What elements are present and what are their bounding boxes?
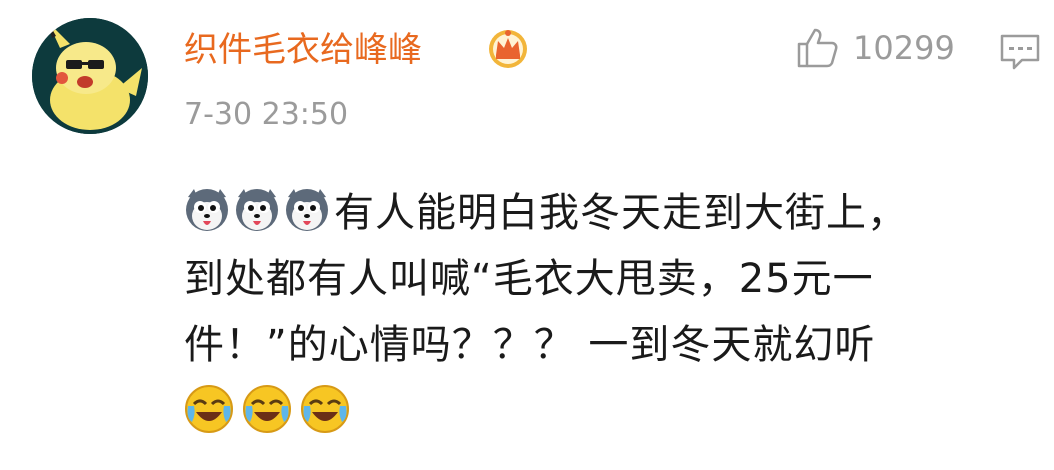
husky-emoji <box>284 187 330 233</box>
pikachu-avatar-image <box>32 18 148 134</box>
user-avatar[interactable] <box>32 18 148 134</box>
crown-badge-icon <box>487 25 529 71</box>
thumbs-up-icon <box>795 26 839 70</box>
comment-text-line-1: 有人能明白我冬天走到大街上， <box>334 190 908 236</box>
laugh-cry-emoji <box>300 384 350 434</box>
comment-text-line-3: 件！”的心情吗？？？ 一到冬天就幻听 <box>184 322 876 368</box>
comment-icon[interactable] <box>998 30 1042 74</box>
comment-line-1: 有人能明白我冬天走到大街上， <box>184 180 1014 246</box>
like-count: 10299 <box>853 29 955 67</box>
trailing-emoji-row <box>184 384 358 438</box>
author-name[interactable]: 织件毛衣给峰峰 <box>184 26 422 74</box>
laugh-cry-emoji <box>242 384 292 434</box>
laugh-cry-emoji <box>184 384 234 434</box>
husky-emoji <box>234 187 280 233</box>
post-timestamp: 7-30 23:50 <box>184 97 349 132</box>
like-button[interactable]: 10299 <box>795 26 955 70</box>
comment-text: 有人能明白我冬天走到大街上， 到处都有人叫喊“毛衣大甩卖，25元一 件！”的心情… <box>184 180 1014 378</box>
husky-emoji <box>184 187 230 233</box>
comment-text-line-2: 到处都有人叫喊“毛衣大甩卖，25元一 <box>184 256 874 302</box>
